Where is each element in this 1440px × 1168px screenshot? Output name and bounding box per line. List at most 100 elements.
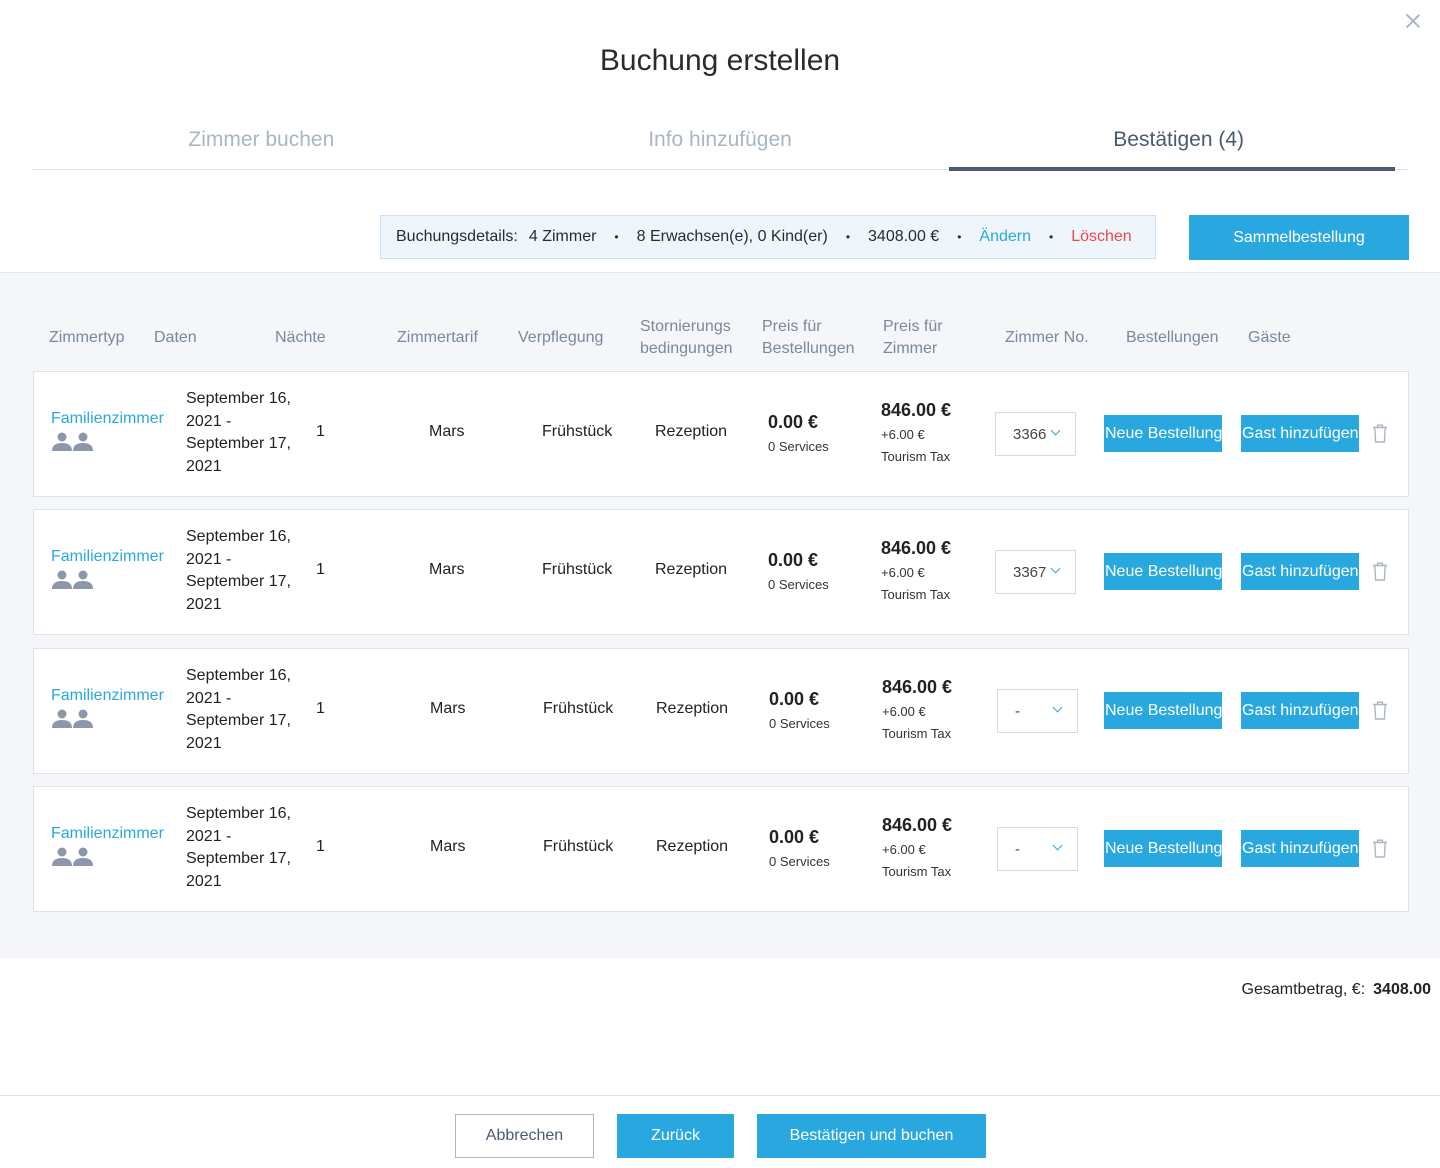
order-price: 0.00 € [768, 412, 819, 432]
back-button[interactable]: Zurück [617, 1114, 734, 1158]
date-range: September 16, 2021 - September 17, 2021 [186, 803, 291, 893]
tourism-tax: +6.00 € Tourism Tax [881, 562, 950, 606]
tourism-tax: +6.00 € Tourism Tax [881, 424, 950, 468]
cancellation-policy: Rezeption [655, 561, 728, 578]
meal-plan: Frühstück [543, 700, 614, 717]
add-guest-button[interactable]: Gast hinzufügen [1241, 553, 1359, 590]
header-daten: Daten [154, 329, 197, 346]
tax-label: Tourism Tax [881, 449, 951, 464]
tab-zimmer-buchen[interactable]: Zimmer buchen [32, 120, 491, 169]
details-rooms: 4 Zimmer [528, 228, 597, 245]
tax-label: Tourism Tax [882, 726, 952, 741]
cancel-button[interactable]: Abbrechen [455, 1114, 594, 1158]
room-number-select[interactable]: 3366 [995, 412, 1076, 456]
room-type-link[interactable]: Familienzimmer [51, 410, 164, 428]
room-price: 846.00 € [882, 815, 953, 835]
table-row: Familienzimmer September 16, 2021 - Sept… [33, 509, 1409, 635]
order-price: 0.00 € [768, 550, 819, 570]
room-rate: Mars [429, 561, 465, 578]
meal-plan: Frühstück [543, 838, 614, 855]
confirm-book-button[interactable]: Bestätigen und buchen [757, 1114, 986, 1158]
meal-plan: Frühstück [542, 423, 613, 440]
header-zimmer-no: Zimmer No. [1005, 329, 1089, 346]
room-type-link[interactable]: Familienzimmer [51, 687, 164, 705]
header-gaeste: Gäste [1248, 329, 1291, 346]
room-price: 846.00 € [881, 400, 952, 420]
date-line: September 16, [186, 528, 291, 545]
header-preis-zimmer-line2: Zimmer [883, 340, 938, 357]
tax-amount: +6.00 € [882, 842, 926, 857]
tax-amount: +6.00 € [882, 704, 926, 719]
tax-label: Tourism Tax [882, 864, 952, 879]
header-bestellungen: Bestellungen [1126, 329, 1219, 346]
room-rate: Mars [430, 700, 466, 717]
trash-icon[interactable] [1372, 562, 1388, 581]
header-storno: Stornierungs bedingungen [640, 316, 733, 360]
details-separator: • [614, 230, 619, 244]
meal-plan: Frühstück [542, 561, 613, 578]
chevron-down-icon [1052, 702, 1063, 713]
tab-bestaetigen[interactable]: Bestätigen (4) [949, 120, 1408, 171]
room-type-link[interactable]: Familienzimmer [51, 825, 164, 843]
people-icon [52, 847, 93, 866]
table-row: Familienzimmer September 16, 2021 - Sept… [33, 371, 1409, 497]
details-separator: • [957, 230, 962, 244]
room-number-value: 3367 [1013, 564, 1047, 581]
cancellation-policy: Rezeption [656, 838, 729, 855]
date-line: September 16, [186, 805, 291, 822]
add-guest-button[interactable]: Gast hinzufügen [1241, 415, 1359, 452]
new-order-button[interactable]: Neue Bestellung [1104, 553, 1222, 590]
total-value: 3408.00 [1373, 981, 1431, 998]
room-type-link[interactable]: Familienzimmer [51, 548, 164, 566]
header-preis-bestellungen: Preis für Bestellungen [762, 316, 855, 360]
date-line: 2021 - [186, 550, 232, 568]
add-guest-button[interactable]: Gast hinzufügen [1241, 830, 1359, 867]
room-number-select[interactable]: - [997, 689, 1078, 733]
tax-amount: +6.00 € [881, 565, 925, 580]
room-number-value: 3366 [1013, 426, 1047, 443]
header-storno-line2: bedingungen [640, 340, 733, 357]
date-line: September 17, [186, 435, 291, 452]
new-order-button[interactable]: Neue Bestellung [1104, 830, 1222, 867]
room-number-value: - [1015, 703, 1020, 720]
people-icon [52, 709, 93, 728]
footer-divider [0, 1095, 1440, 1096]
tourism-tax: +6.00 € Tourism Tax [882, 701, 951, 745]
order-price: 0.00 € [769, 689, 820, 709]
trash-icon[interactable] [1372, 701, 1388, 720]
room-number-select[interactable]: 3367 [995, 550, 1076, 594]
room-price: 846.00 € [882, 677, 953, 697]
add-guest-button[interactable]: Gast hinzufügen [1241, 692, 1359, 729]
room-number-select[interactable]: - [997, 827, 1078, 871]
header-preis-zimmer-line1: Preis für [883, 318, 943, 335]
nights: 1 [316, 700, 325, 717]
details-separator: • [1049, 230, 1054, 244]
details-label: Buchungsdetails: [396, 228, 518, 245]
details-separator: • [845, 230, 851, 244]
header-storno-line1: Stornierungs [640, 318, 731, 335]
sammelbestellung-button[interactable]: Sammelbestellung [1189, 215, 1409, 260]
new-order-button[interactable]: Neue Bestellung [1104, 692, 1222, 729]
date-range: September 16, 2021 - September 17, 2021 [186, 526, 291, 616]
details-price: 3408.00 € [868, 228, 940, 245]
delete-link[interactable]: Löschen [1071, 228, 1132, 246]
header-preis-bestellungen-line2: Bestellungen [762, 340, 855, 357]
date-line: September 17, [186, 712, 291, 729]
date-line: 2021 - [186, 827, 232, 845]
change-link[interactable]: Ändern [979, 228, 1031, 246]
header-preis-bestellungen-line1: Preis für [762, 318, 822, 335]
new-order-button[interactable]: Neue Bestellung [1104, 415, 1222, 452]
order-price: 0.00 € [769, 827, 820, 847]
trash-icon[interactable] [1372, 424, 1388, 443]
people-icon [52, 432, 93, 451]
tab-info-hinzufuegen[interactable]: Info hinzufügen [491, 120, 950, 169]
nights: 1 [316, 423, 325, 440]
trash-icon[interactable] [1372, 839, 1388, 858]
booking-details-bar: Buchungsdetails: 4 Zimmer • 8 Erwachsen(… [380, 215, 1156, 259]
chevron-down-icon [1052, 840, 1063, 851]
page-title: Buchung erstellen [599, 44, 841, 77]
people-icon [52, 570, 93, 589]
tab-bar: Zimmer buchen Info hinzufügen Bestätigen… [32, 120, 1408, 171]
header-verpflegung: Verpflegung [518, 329, 604, 346]
close-icon[interactable] [1402, 10, 1424, 32]
